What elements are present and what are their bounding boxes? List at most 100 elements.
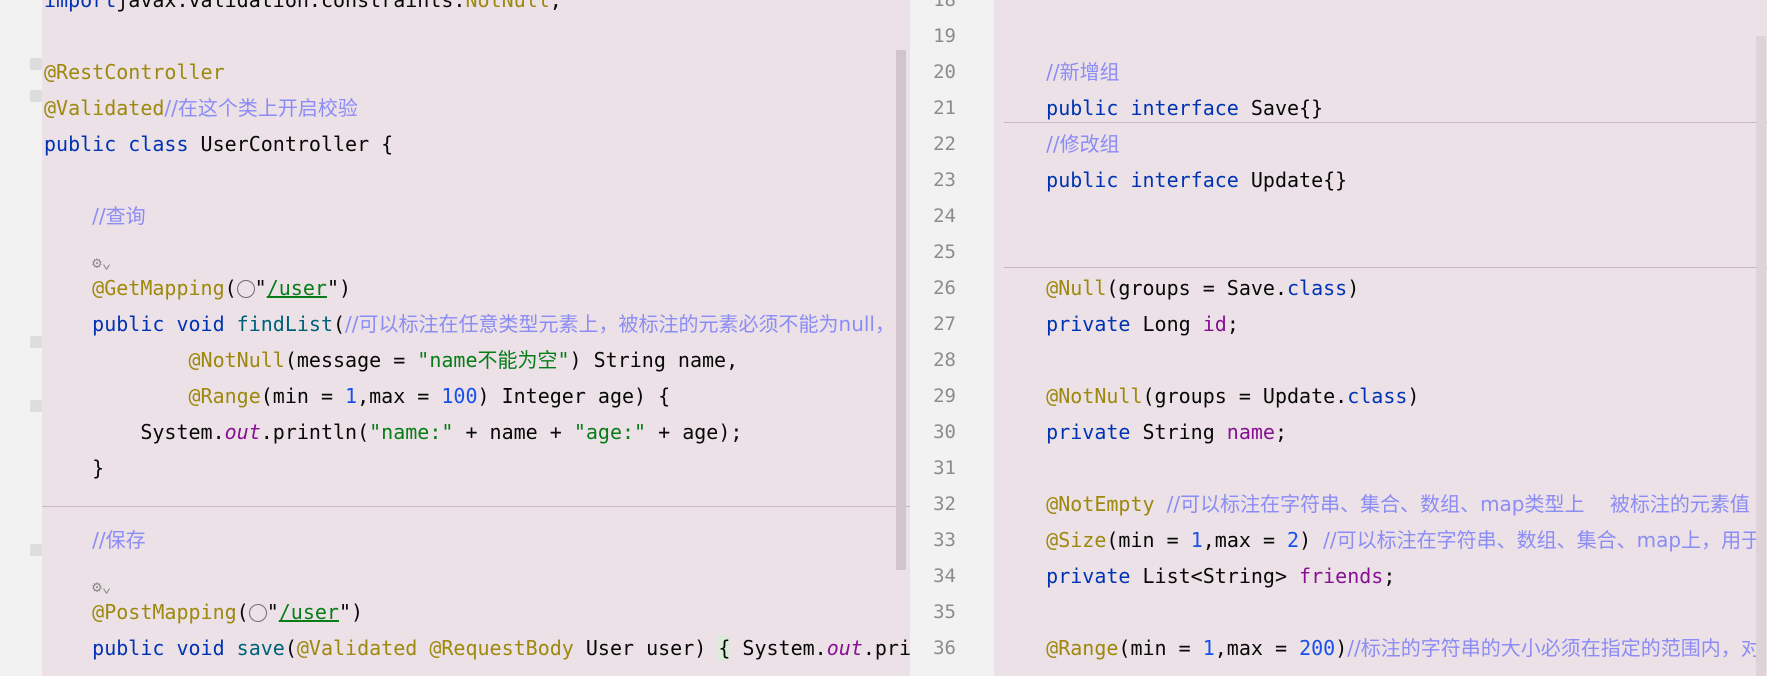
code-line[interactable]: @PostMapping("/user")	[44, 594, 363, 630]
line-number: 24	[933, 205, 956, 227]
code-token: private	[1046, 312, 1131, 336]
line-number: 35	[933, 601, 956, 623]
code-line[interactable]: public void save(@Validated @RequestBody…	[44, 630, 910, 666]
code-token: 100	[441, 384, 478, 408]
code-line[interactable]: System.out.println("name:" + name + "age…	[44, 414, 742, 450]
code-line[interactable]: @NotEmpty //可以标注在字符串、集合、数组、map类型上 被标注的元素…	[998, 486, 1750, 522]
code-token: //保存	[92, 528, 146, 552]
code-token: public void	[92, 636, 237, 660]
code-line[interactable]: ⚙⌄	[44, 234, 112, 272]
code-token: private	[1046, 420, 1131, 444]
code-line[interactable]: importjavax.validation.constraints.NotNu…	[44, 0, 562, 18]
code-token: @NotNull	[1046, 384, 1143, 408]
code-token: ;	[1226, 312, 1239, 336]
code-token: 2	[1287, 528, 1300, 552]
fold-marker[interactable]	[30, 400, 42, 412]
code-line[interactable]: private String name;	[998, 414, 1287, 450]
code-line[interactable]: //修改组	[998, 126, 1119, 162]
fold-marker[interactable]	[30, 58, 42, 70]
code-line[interactable]: //保存	[44, 522, 146, 558]
code-line[interactable]: public class UserController {	[44, 126, 393, 162]
line-number: 31	[933, 457, 956, 479]
code-line[interactable]: @Range(min = 1,max = 100) Integer age) {	[44, 378, 671, 414]
code-line[interactable]: @Null(groups = Save.class)	[998, 270, 1359, 306]
code-token: {	[718, 636, 731, 660]
fold-marker[interactable]	[30, 90, 42, 102]
line-number: 22	[933, 133, 956, 155]
code-token: (groups = Save.	[1106, 276, 1288, 300]
code-line[interactable]: @GetMapping("/user")	[44, 270, 351, 306]
web-endpoint-icon[interactable]	[248, 604, 267, 622]
code-token: )	[1335, 636, 1348, 660]
code-token: NotNull	[465, 0, 550, 12]
code-token: @NotEmpty	[1046, 492, 1155, 516]
code-token: )	[1407, 384, 1420, 408]
right-scrollbar[interactable]	[1756, 36, 1766, 676]
line-number: 30	[933, 421, 956, 443]
code-line[interactable]: private List<String> friends;	[998, 558, 1395, 594]
code-token: javax.validation.constraints.	[116, 0, 466, 12]
code-line[interactable]: //查询	[44, 198, 145, 234]
code-token: 200	[1299, 636, 1336, 660]
code-token: @Validated	[44, 96, 165, 120]
code-token: System.	[140, 420, 225, 444]
code-token: 1	[1190, 528, 1203, 552]
code-token: ;	[1274, 420, 1288, 444]
fold-marker[interactable]	[30, 544, 42, 556]
code-token: ,max =	[357, 384, 442, 408]
right-gutter: 18 19 20 21 22 23 24 25 26 27 28 29 30 31 32 33 34 35 36	[910, 0, 994, 676]
code-token: ,max =	[1214, 636, 1300, 660]
code-token: }	[92, 456, 105, 480]
code-token: //新增组	[1046, 60, 1120, 84]
left-scrollbar[interactable]	[896, 50, 906, 570]
code-line[interactable]: public interface Save{}	[998, 90, 1323, 126]
code-line[interactable]: @Validated//在这个类上开启校验	[44, 90, 358, 126]
code-token: (	[224, 276, 237, 300]
code-line[interactable]: @Size(min = 1,max = 2) //可以标注在字符串、数组、集合、…	[998, 522, 1761, 558]
code-token: "age:"	[573, 420, 647, 444]
code-token: @RestController	[44, 60, 225, 84]
code-token: save	[236, 636, 285, 660]
right-code-editor[interactable]: //新增组 public interface Save{} //修改组 publ…	[994, 0, 1767, 676]
code-line[interactable]: @NotNull(message = "name不能为空") String na…	[44, 342, 739, 378]
code-line[interactable]: private Long id;	[998, 306, 1239, 342]
code-token: "	[254, 276, 267, 300]
code-line[interactable]: @RestController	[44, 54, 225, 90]
code-line[interactable]: public interface Update{}	[998, 162, 1347, 198]
code-line[interactable]: @Range(min = 1,max = 200)//标注的字符串的大小必须在指…	[998, 630, 1761, 666]
code-line[interactable]: //新增组	[998, 54, 1120, 90]
code-token: @Range	[1046, 636, 1119, 660]
code-token: import	[44, 0, 117, 12]
code-token: + age);	[646, 420, 743, 444]
code-token: @NotNull	[188, 348, 285, 372]
code-line[interactable]: }	[44, 450, 104, 486]
code-token: class	[1347, 384, 1408, 408]
code-token: private	[1046, 564, 1131, 588]
web-endpoint-icon[interactable]	[236, 280, 255, 298]
line-number: 18	[933, 0, 956, 11]
code-token: public interface	[1046, 168, 1239, 192]
line-number: 19	[933, 25, 956, 47]
line-number: 29	[933, 385, 956, 407]
code-line[interactable]: public void findList(//可以标注在任意类型元素上，被标注的…	[44, 306, 895, 342]
code-token: ")	[326, 276, 352, 300]
code-line[interactable]: @NotNull(groups = Update.class)	[998, 378, 1419, 414]
code-token: (groups = Update.	[1142, 384, 1348, 408]
line-number: 23	[933, 169, 956, 191]
code-token: ")	[338, 600, 364, 624]
code-token: findList	[236, 312, 333, 336]
left-code-editor[interactable]: importjavax.validation.constraints.NotNu…	[42, 0, 910, 676]
code-token: )	[1347, 276, 1360, 300]
spring-bean-icon[interactable]: ⚙⌄	[92, 245, 112, 272]
code-token: ;	[1383, 564, 1396, 588]
code-line[interactable]: ⚙⌄	[44, 558, 112, 596]
code-token: /user	[278, 600, 339, 624]
line-number: 36	[933, 637, 956, 659]
spring-bean-icon[interactable]: ⚙⌄	[92, 569, 112, 596]
fold-marker[interactable]	[30, 336, 42, 348]
code-token: friends	[1299, 564, 1384, 588]
code-token: "	[266, 600, 279, 624]
line-number: 34	[933, 565, 956, 587]
code-token: )	[1299, 528, 1324, 552]
code-token: @Size	[1046, 528, 1107, 552]
